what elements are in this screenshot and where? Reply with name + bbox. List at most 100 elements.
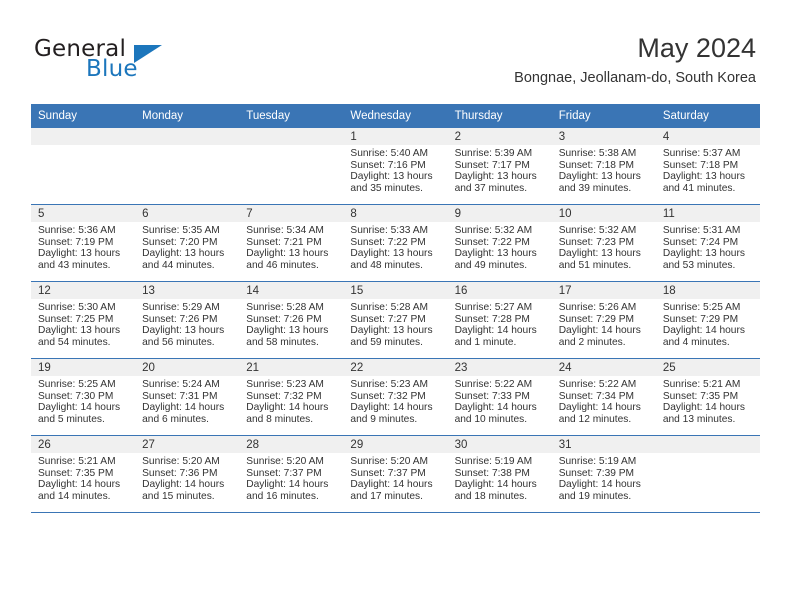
day-cell-inner: 31 Sunrise: 5:19 AM Sunset: 7:39 PM Dayligh… — [551, 436, 656, 512]
sunset-text: Sunset: 7:30 PM — [38, 390, 114, 402]
day-cell-details: Sunrise: 5:25 AM Sunset: 7:30 PM Daylight:… — [31, 376, 135, 425]
sunrise-text: Sunrise: 5:35 AM — [142, 225, 220, 236]
daylight-text-line1: Daylight: 14 hours — [142, 402, 225, 414]
day-number: 16 — [447, 282, 552, 299]
daylight-text-line1: Daylight: 13 hours — [350, 171, 433, 183]
weekday-header-sunday: Sunday — [31, 104, 136, 128]
daylight-text-line1: Daylight: 14 hours — [558, 479, 641, 491]
sunrise-text: Sunrise: 5:25 AM — [38, 379, 116, 390]
calendar-day-cell[interactable]: 2 Sunrise: 5:39 AM Sunset: 7:17 PM Daylight… — [447, 128, 552, 205]
calendar-day-cell[interactable]: 1 Sunrise: 5:40 AM Sunset: 7:16 PM Daylight… — [343, 128, 448, 205]
day-cell-inner: 11 Sunrise: 5:31 AM Sunset: 7:24 PM Dayligh… — [655, 205, 760, 281]
day-number: 13 — [135, 282, 240, 299]
page-title: May 2024 — [637, 33, 756, 63]
weekday-header-tuesday: Tuesday — [239, 104, 344, 128]
calendar-day-cell[interactable]: 15 Sunrise: 5:28 AM Sunset: 7:27 PM Dayligh… — [343, 281, 448, 359]
calendar-day-cell[interactable]: 14 Sunrise: 5:28 AM Sunset: 7:26 PM Dayligh… — [239, 281, 344, 359]
day-cell-inner: 25 Sunrise: 5:21 AM Sunset: 7:35 PM Dayligh… — [655, 359, 760, 435]
calendar-day-cell[interactable]: 11 Sunrise: 5:31 AM Sunset: 7:24 PM Dayligh… — [655, 204, 760, 282]
day-cell-details: Sunrise: 5:24 AM Sunset: 7:31 PM Daylight:… — [135, 376, 239, 425]
daylight-text-line2: and 39 minutes. — [558, 182, 632, 194]
daylight-text-line1: Daylight: 14 hours — [142, 479, 225, 491]
day-number: 1 — [343, 128, 448, 145]
calendar-day-cell[interactable]: 9 Sunrise: 5:32 AM Sunset: 7:22 PM Daylight… — [447, 204, 552, 282]
day-number — [239, 128, 344, 145]
day-cell-details: Sunrise: 5:29 AM Sunset: 7:26 PM Daylight:… — [135, 299, 239, 348]
daylight-text-line1: Daylight: 13 hours — [662, 248, 745, 260]
sunrise-text: Sunrise: 5:23 AM — [350, 379, 429, 390]
sunrise-text: Sunrise: 5:40 AM — [350, 148, 429, 159]
sunset-text: Sunset: 7:24 PM — [662, 236, 739, 248]
day-cell-inner: 9 Sunrise: 5:32 AM Sunset: 7:22 PM Daylight… — [447, 205, 552, 281]
calendar-day-cell[interactable]: 7 Sunrise: 5:34 AM Sunset: 7:21 PM Daylight… — [239, 204, 344, 282]
day-cell-inner: 15 Sunrise: 5:28 AM Sunset: 7:27 PM Dayligh… — [343, 282, 448, 358]
weekday-header-friday: Friday — [551, 104, 656, 128]
calendar-day-cell[interactable]: 8 Sunrise: 5:33 AM Sunset: 7:22 PM Daylight… — [343, 204, 448, 282]
calendar-day-cell[interactable]: 31 Sunrise: 5:19 AM Sunset: 7:39 PM Dayligh… — [551, 435, 656, 512]
day-cell-details: Sunrise: 5:26 AM Sunset: 7:29 PM Daylight:… — [552, 299, 656, 348]
sunrise-text: Sunrise: 5:38 AM — [558, 148, 637, 159]
calendar-day-cell[interactable]: 12 Sunrise: 5:30 AM Sunset: 7:25 PM Dayligh… — [31, 281, 136, 359]
calendar-day-cell[interactable]: 6 Sunrise: 5:35 AM Sunset: 7:20 PM Daylight… — [135, 204, 240, 282]
day-cell-inner — [31, 128, 136, 204]
calendar-day-cell[interactable]: 28 Sunrise: 5:20 AM Sunset: 7:37 PM Dayligh… — [239, 435, 344, 512]
day-cell-inner: 16 Sunrise: 5:27 AM Sunset: 7:28 PM Dayligh… — [447, 282, 552, 358]
calendar-day-cell[interactable]: 29 Sunrise: 5:20 AM Sunset: 7:37 PM Dayligh… — [343, 435, 448, 512]
sunset-text: Sunset: 7:27 PM — [350, 313, 426, 325]
calendar-day-cell[interactable]: 10 Sunrise: 5:32 AM Sunset: 7:23 PM Dayligh… — [551, 204, 656, 282]
calendar-day-cell[interactable]: 21 Sunrise: 5:23 AM Sunset: 7:32 PM Dayligh… — [239, 358, 344, 436]
daylight-text-line1: Daylight: 14 hours — [662, 402, 745, 414]
calendar-day-cell[interactable]: 30 Sunrise: 5:19 AM Sunset: 7:38 PM Dayligh… — [447, 435, 552, 512]
sunset-text: Sunset: 7:35 PM — [38, 467, 114, 479]
sunrise-text: Sunrise: 5:19 AM — [454, 456, 533, 467]
day-cell-inner: 20 Sunrise: 5:24 AM Sunset: 7:31 PM Dayligh… — [135, 359, 240, 435]
day-number: 8 — [343, 205, 448, 222]
day-cell-details: Sunrise: 5:32 AM Sunset: 7:22 PM Daylight:… — [448, 222, 552, 271]
day-cell-details: Sunrise: 5:30 AM Sunset: 7:25 PM Daylight:… — [31, 299, 135, 348]
calendar-week-row: 5 Sunrise: 5:36 AM Sunset: 7:19 PM Daylight… — [31, 204, 760, 282]
calendar-day-cell[interactable]: 17 Sunrise: 5:26 AM Sunset: 7:29 PM Dayligh… — [551, 281, 656, 359]
daylight-text-line2: and 10 minutes. — [454, 413, 528, 425]
calendar-day-cell[interactable]: 18 Sunrise: 5:25 AM Sunset: 7:29 PM Dayligh… — [655, 281, 760, 359]
calendar-week-row: 12 Sunrise: 5:30 AM Sunset: 7:25 PM Dayligh… — [31, 281, 760, 359]
sunset-text: Sunset: 7:21 PM — [246, 236, 322, 248]
daylight-text-line2: and 14 minutes. — [38, 490, 111, 502]
calendar-day-cell[interactable]: 20 Sunrise: 5:24 AM Sunset: 7:31 PM Dayligh… — [135, 358, 240, 436]
sunrise-text: Sunrise: 5:25 AM — [662, 302, 741, 313]
location-subtitle: Bongnae, Jeollanam-do, South Korea — [514, 70, 756, 86]
calendar-day-cell[interactable]: 27 Sunrise: 5:20 AM Sunset: 7:36 PM Dayligh… — [135, 435, 240, 512]
calendar-day-cell[interactable]: 16 Sunrise: 5:27 AM Sunset: 7:28 PM Dayligh… — [447, 281, 552, 359]
calendar-day-cell[interactable]: 25 Sunrise: 5:21 AM Sunset: 7:35 PM Dayligh… — [655, 358, 760, 436]
weekday-header-thursday: Thursday — [447, 104, 552, 128]
day-cell-inner: 17 Sunrise: 5:26 AM Sunset: 7:29 PM Dayligh… — [551, 282, 656, 358]
calendar-day-cell[interactable]: 26 Sunrise: 5:21 AM Sunset: 7:35 PM Dayligh… — [31, 435, 136, 512]
calendar-day-cell[interactable]: 24 Sunrise: 5:22 AM Sunset: 7:34 PM Dayligh… — [551, 358, 656, 436]
calendar-day-cell[interactable]: 13 Sunrise: 5:29 AM Sunset: 7:26 PM Dayligh… — [135, 281, 240, 359]
calendar-day-cell[interactable]: 3 Sunrise: 5:38 AM Sunset: 7:18 PM Daylight… — [551, 128, 656, 205]
day-cell-details: Sunrise: 5:36 AM Sunset: 7:19 PM Daylight:… — [31, 222, 135, 271]
calendar-week-row: 19 Sunrise: 5:25 AM Sunset: 7:30 PM Dayligh… — [31, 358, 760, 436]
day-cell-inner: 23 Sunrise: 5:22 AM Sunset: 7:33 PM Dayligh… — [447, 359, 552, 435]
calendar-day-cell[interactable]: 22 Sunrise: 5:23 AM Sunset: 7:32 PM Dayligh… — [343, 358, 448, 436]
day-number: 19 — [31, 359, 136, 376]
day-cell-details: Sunrise: 5:35 AM Sunset: 7:20 PM Daylight:… — [135, 222, 239, 271]
calendar-day-cell[interactable]: 23 Sunrise: 5:22 AM Sunset: 7:33 PM Dayligh… — [447, 358, 552, 436]
day-cell-details: Sunrise: 5:32 AM Sunset: 7:23 PM Daylight:… — [552, 222, 656, 271]
day-cell-inner: 7 Sunrise: 5:34 AM Sunset: 7:21 PM Daylight… — [239, 205, 344, 281]
day-cell-inner: 3 Sunrise: 5:38 AM Sunset: 7:18 PM Daylight… — [551, 128, 656, 204]
sunset-text: Sunset: 7:37 PM — [246, 467, 322, 479]
calendar-day-cell[interactable]: 4 Sunrise: 5:37 AM Sunset: 7:18 PM Daylight… — [655, 128, 760, 205]
day-number: 23 — [447, 359, 552, 376]
sunrise-text: Sunrise: 5:26 AM — [558, 302, 637, 313]
sunrise-text: Sunrise: 5:19 AM — [558, 456, 637, 467]
grid-bottom-border — [31, 512, 760, 513]
daylight-text-line2: and 19 minutes. — [558, 490, 632, 502]
calendar-day-cell[interactable]: 19 Sunrise: 5:25 AM Sunset: 7:30 PM Dayligh… — [31, 358, 136, 436]
sunrise-text: Sunrise: 5:27 AM — [454, 302, 533, 313]
daylight-text-line2: and 9 minutes. — [350, 413, 418, 425]
calendar-day-cell[interactable]: 5 Sunrise: 5:36 AM Sunset: 7:19 PM Daylight… — [31, 204, 136, 282]
day-cell-inner — [239, 128, 344, 204]
day-cell-inner: 10 Sunrise: 5:32 AM Sunset: 7:23 PM Dayligh… — [551, 205, 656, 281]
daylight-text-line1: Daylight: 13 hours — [454, 248, 537, 260]
day-number: 15 — [343, 282, 448, 299]
